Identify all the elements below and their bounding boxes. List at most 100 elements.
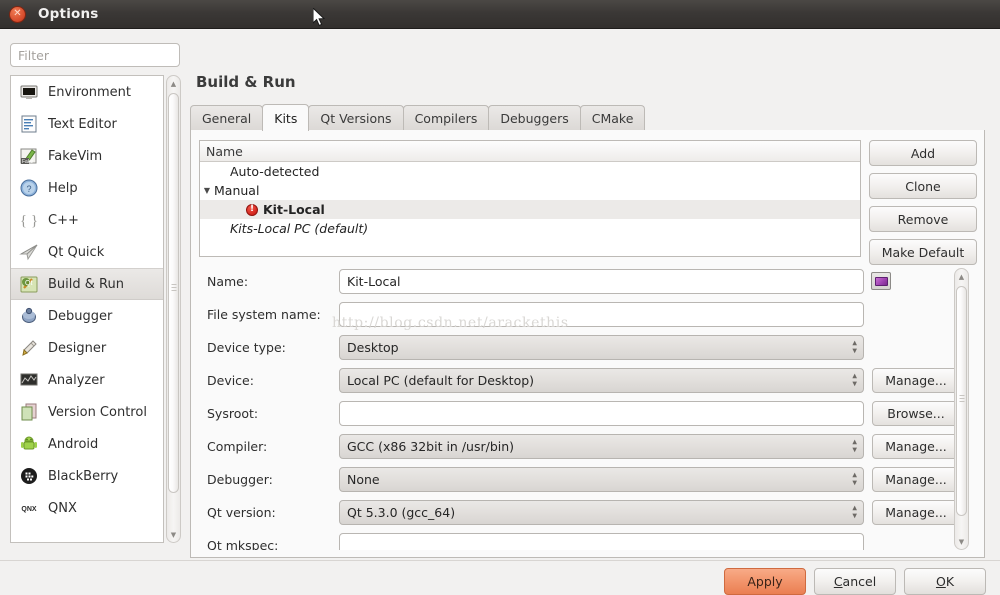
tab-compilers[interactable]: Compilers [403, 105, 490, 130]
device-manage-button[interactable]: Manage... [872, 368, 960, 393]
sidebar-scrollbar[interactable]: ▲ ▼ [166, 75, 181, 543]
scroll-up-icon[interactable]: ▲ [167, 76, 180, 91]
tab-qt-versions[interactable]: Qt Versions [308, 105, 403, 130]
form-row: Debugger:None▲▼ Manage... [199, 466, 960, 492]
form-row: Device:Local PC (default for Desktop)▲▼M… [199, 367, 960, 393]
sidebar-item-c[interactable]: { } C++ [11, 204, 163, 236]
qt-mkspec-field[interactable] [339, 533, 864, 551]
tab-debuggers[interactable]: Debuggers [488, 105, 580, 130]
mouse-cursor [313, 8, 325, 27]
tree-row-label: Manual [214, 183, 259, 198]
brush-icon [19, 338, 39, 358]
spinner-arrows-icon[interactable]: ▲▼ [852, 506, 857, 519]
chevron-down-icon[interactable]: ▼ [200, 186, 214, 195]
tab-kits[interactable]: Kits [262, 104, 309, 131]
qt-hammer-icon: Qt [19, 274, 39, 294]
qt-version-select[interactable]: Qt 5.3.0 (gcc_64) ▲▼ [339, 500, 864, 525]
scroll-grip-icon [171, 284, 176, 291]
debugger-select[interactable]: None▲▼ [339, 467, 864, 492]
form-row: Sysroot:Browse... [199, 400, 960, 426]
table-row[interactable]: Kits-Local PC (default) [200, 219, 860, 238]
debugger-manage-button[interactable]: Manage... [872, 467, 960, 492]
sidebar-list[interactable]: Environment Text Editor FakeFakeVim? Help { … [11, 76, 163, 542]
scroll-down-icon[interactable]: ▼ [167, 527, 180, 542]
table-row[interactable]: ! Kit-Local [200, 200, 860, 219]
field-label: Debugger: [199, 472, 339, 487]
kits-tree-rows[interactable]: Auto-detected▼Manual!Kit-LocalKits-Local… [200, 162, 860, 238]
sidebar-item-version-control[interactable]: Version Control [11, 396, 163, 428]
remove-button[interactable]: Remove [869, 206, 977, 232]
bug-icon [19, 306, 39, 326]
sidebar-item-qt-quick[interactable]: Qt Quick [11, 236, 163, 268]
make-default-button[interactable]: Make Default [869, 239, 977, 265]
sidebar-item-text-editor[interactable]: Text Editor [11, 108, 163, 140]
form-scroll-thumb[interactable] [956, 286, 967, 516]
form-scrollbar[interactable]: ▲ ▼ [954, 268, 969, 550]
clone-button[interactable]: Clone [869, 173, 977, 199]
form-scroll-down-icon[interactable]: ▼ [955, 534, 968, 549]
kit-detail-form: Name:File system name:Device type:Deskto… [199, 268, 977, 550]
compiler-manage-button[interactable]: Manage... [872, 434, 960, 459]
sidebar-item-label: C++ [48, 213, 79, 228]
svg-text:{ }: { } [20, 213, 38, 229]
add-button[interactable]: Add [869, 140, 977, 166]
select-value: Local PC (default for Desktop) [347, 373, 534, 388]
spinner-arrows-icon[interactable]: ▲▼ [852, 440, 857, 453]
sidebar-item-analyzer[interactable]: Analyzer [11, 364, 163, 396]
apply-button[interactable]: Apply [724, 568, 806, 595]
sidebar-item-fakevim[interactable]: FakeFakeVim [11, 140, 163, 172]
table-row[interactable]: Auto-detected [200, 162, 860, 181]
tree-row-label: Kit-Local [263, 202, 325, 217]
braces-icon: { } [19, 210, 39, 230]
fakevim-icon: Fake [19, 146, 39, 166]
monitor-purple-icon[interactable] [871, 272, 891, 290]
sidebar-item-blackberry[interactable]: BlackBerry [11, 460, 163, 492]
tab-bar[interactable]: GeneralKitsQt VersionsCompilersDebuggers… [190, 105, 985, 131]
name-field[interactable] [339, 269, 864, 294]
select-value: Qt 5.3.0 (gcc_64) [347, 505, 455, 520]
sysroot-browse-button[interactable]: Browse... [872, 401, 960, 426]
svg-text:Qt: Qt [25, 280, 32, 287]
form-scroll-up-icon[interactable]: ▲ [955, 269, 968, 284]
sidebar-item-label: Help [48, 181, 78, 196]
search-input[interactable] [10, 43, 180, 67]
spinner-arrows-icon[interactable]: ▲▼ [852, 374, 857, 387]
spinner-arrows-icon[interactable]: ▲▼ [852, 473, 857, 486]
kit-actions[interactable]: Add Clone Remove Make Default [869, 140, 977, 272]
close-icon[interactable]: ✕ [9, 6, 26, 23]
sidebar-item-label: Text Editor [48, 117, 117, 132]
form-row: Qt mkspec: [199, 532, 864, 550]
tab-general[interactable]: General [190, 105, 263, 130]
sidebar-item-environment[interactable]: Environment [11, 76, 163, 108]
sidebar-item-help[interactable]: ? Help [11, 172, 163, 204]
qt-version-manage-button[interactable]: Manage... [872, 500, 960, 525]
sidebar-item-build-run[interactable]: QtBuild & Run [11, 268, 163, 300]
form-row: File system name: [199, 301, 864, 327]
document-lines-icon [19, 114, 39, 134]
sidebar-item-qnx[interactable]: QNXQNX [11, 492, 163, 524]
android-icon [19, 434, 39, 454]
device-type-select[interactable]: Desktop▲▼ [339, 335, 864, 360]
compiler-select[interactable]: GCC (x86 32bit in /usr/bin)▲▼ [339, 434, 864, 459]
sidebar-item-designer[interactable]: Designer [11, 332, 163, 364]
blackberry-icon [19, 466, 39, 486]
spinner-arrows-icon[interactable]: ▲▼ [852, 341, 857, 354]
sidebar-item-debugger[interactable]: Debugger [11, 300, 163, 332]
file-system-name-field[interactable] [339, 302, 864, 327]
device-select[interactable]: Local PC (default for Desktop) ▲▼ [339, 368, 864, 393]
error-icon: ! [246, 204, 258, 216]
sidebar-scroll-thumb[interactable] [168, 93, 179, 493]
tab-cmake[interactable]: CMake [580, 105, 646, 130]
sidebar-item-android[interactable]: Android [11, 428, 163, 460]
svg-text:?: ? [26, 184, 31, 194]
cancel-button[interactable]: Cancel [814, 568, 896, 595]
form-row: Device type:Desktop▲▼ [199, 334, 864, 360]
form-scroll-grip-icon [959, 395, 964, 402]
ok-button[interactable]: OK [904, 568, 986, 595]
window-titlebar: ✕ Options [0, 0, 1000, 29]
field-label: Compiler: [199, 439, 339, 454]
table-row[interactable]: ▼Manual [200, 181, 860, 200]
kits-tree[interactable]: Name Auto-detected▼Manual!Kit-LocalKits-… [199, 140, 861, 257]
sysroot-field[interactable] [339, 401, 864, 426]
field-label: File system name: [199, 307, 339, 322]
